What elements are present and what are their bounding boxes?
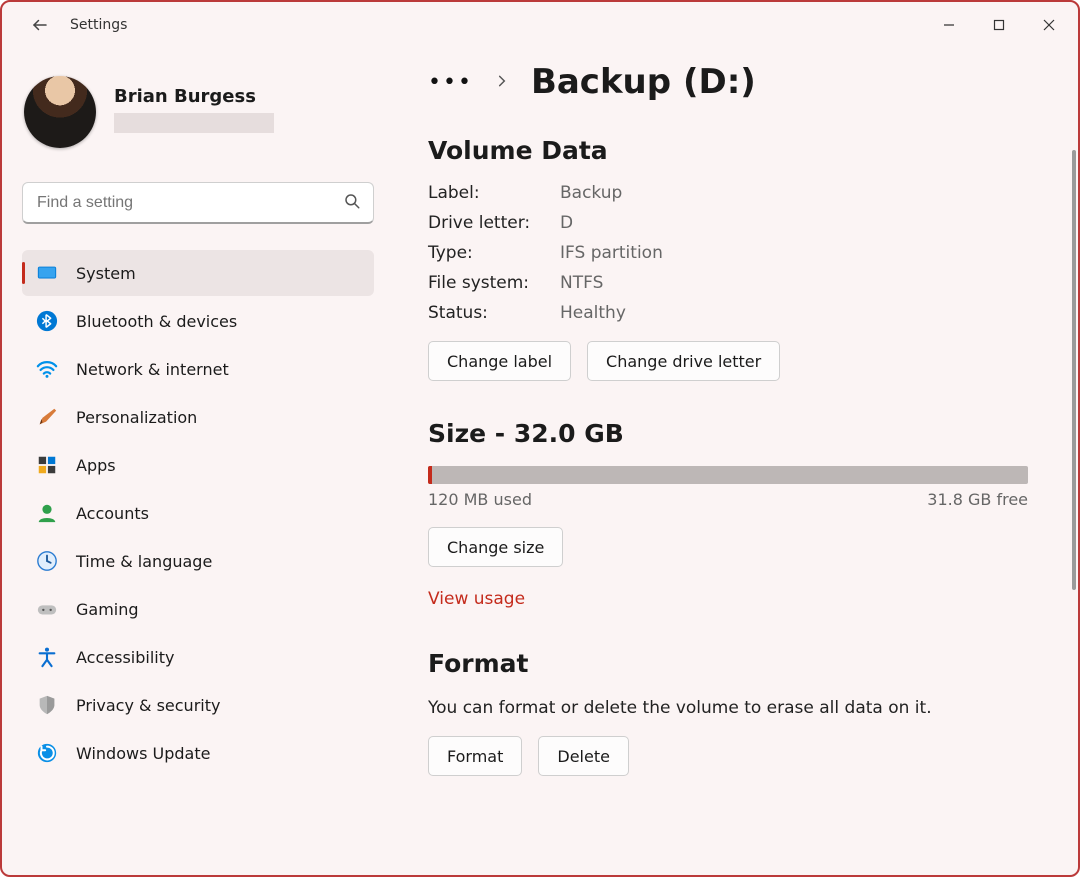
- nav-item-accounts[interactable]: Accounts: [22, 490, 374, 536]
- page-title: Backup (D:): [531, 62, 756, 102]
- search-input[interactable]: [35, 193, 343, 213]
- filesystem-value: NTFS: [560, 273, 1028, 293]
- usage-bar: [428, 466, 1028, 484]
- avatar: [24, 76, 96, 148]
- wifi-icon: [36, 358, 58, 380]
- update-icon: [36, 742, 58, 764]
- main-content: ••• Backup (D:) Volume Data Label: Backu…: [394, 48, 1078, 875]
- breadcrumb-overflow-button[interactable]: •••: [428, 70, 473, 95]
- drive-letter-key: Drive letter:: [428, 213, 560, 233]
- search-box[interactable]: [22, 182, 374, 224]
- delete-button[interactable]: Delete: [538, 736, 629, 776]
- label-key: Label:: [428, 183, 560, 203]
- nav-item-gaming[interactable]: Gaming: [22, 586, 374, 632]
- clock-icon: [36, 550, 58, 572]
- format-buttons: Format Delete: [428, 736, 1028, 776]
- minimize-button[interactable]: [926, 7, 972, 43]
- volume-properties: Label: Backup Drive letter: D Type: IFS …: [428, 183, 1028, 323]
- label-value: Backup: [560, 183, 1028, 203]
- nav-item-update[interactable]: Windows Update: [22, 730, 374, 776]
- accessibility-icon: [36, 646, 58, 668]
- size-buttons: Change size: [428, 527, 1028, 567]
- volume-buttons: Change label Change drive letter: [428, 341, 1028, 381]
- titlebar: Settings: [2, 2, 1078, 48]
- window-controls: [926, 7, 1072, 43]
- sidebar: Brian Burgess System Bluetooth & devices: [2, 48, 394, 875]
- usage-bar-fill: [428, 466, 432, 484]
- format-description: You can format or delete the volume to e…: [428, 698, 1028, 718]
- nav-label: Apps: [76, 456, 116, 475]
- size-heading: Size - 32.0 GB: [428, 419, 1028, 448]
- change-size-button[interactable]: Change size: [428, 527, 563, 567]
- nav-label: System: [76, 264, 136, 283]
- nav-item-accessibility[interactable]: Accessibility: [22, 634, 374, 680]
- shield-icon: [36, 694, 58, 716]
- nav-item-time[interactable]: Time & language: [22, 538, 374, 584]
- maximize-button[interactable]: [976, 7, 1022, 43]
- nav-label: Windows Update: [76, 744, 210, 763]
- format-heading: Format: [428, 649, 1028, 678]
- drive-letter-value: D: [560, 213, 1028, 233]
- brush-icon: [36, 406, 58, 428]
- bluetooth-icon: [36, 310, 58, 332]
- nav-item-personalization[interactable]: Personalization: [22, 394, 374, 440]
- change-drive-letter-button[interactable]: Change drive letter: [587, 341, 780, 381]
- nav-list: System Bluetooth & devices Network & int…: [22, 250, 374, 776]
- profile-block[interactable]: Brian Burgess: [24, 76, 374, 148]
- nav-item-network[interactable]: Network & internet: [22, 346, 374, 392]
- format-button[interactable]: Format: [428, 736, 522, 776]
- system-icon: [36, 262, 58, 284]
- used-label: 120 MB used: [428, 490, 532, 509]
- close-button[interactable]: [1026, 7, 1072, 43]
- volume-data-heading: Volume Data: [428, 136, 1028, 165]
- nav-label: Privacy & security: [76, 696, 220, 715]
- view-usage-link[interactable]: View usage: [428, 589, 525, 609]
- nav-label: Accounts: [76, 504, 149, 523]
- status-key: Status:: [428, 303, 560, 323]
- type-value: IFS partition: [560, 243, 1028, 263]
- search-icon: [343, 192, 361, 214]
- filesystem-key: File system:: [428, 273, 560, 293]
- settings-window: Settings Brian Burgess: [0, 0, 1080, 877]
- person-icon: [36, 502, 58, 524]
- nav-label: Personalization: [76, 408, 197, 427]
- scrollbar[interactable]: [1072, 150, 1076, 590]
- gamepad-icon: [36, 598, 58, 620]
- free-label: 31.8 GB free: [927, 490, 1028, 509]
- nav-item-bluetooth[interactable]: Bluetooth & devices: [22, 298, 374, 344]
- back-button[interactable]: [26, 11, 54, 39]
- apps-icon: [36, 454, 58, 476]
- app-title: Settings: [70, 17, 127, 33]
- profile-name: Brian Burgess: [114, 86, 274, 107]
- breadcrumb: ••• Backup (D:): [428, 62, 1028, 102]
- nav-item-apps[interactable]: Apps: [22, 442, 374, 488]
- nav-label: Bluetooth & devices: [76, 312, 237, 331]
- nav-item-system[interactable]: System: [22, 250, 374, 296]
- change-label-button[interactable]: Change label: [428, 341, 571, 381]
- nav-label: Time & language: [76, 552, 212, 571]
- profile-subtitle-redacted: [114, 113, 274, 133]
- nav-label: Gaming: [76, 600, 139, 619]
- status-value: Healthy: [560, 303, 1028, 323]
- nav-label: Network & internet: [76, 360, 229, 379]
- chevron-right-icon: [495, 72, 509, 93]
- nav-label: Accessibility: [76, 648, 174, 667]
- nav-item-privacy[interactable]: Privacy & security: [22, 682, 374, 728]
- type-key: Type:: [428, 243, 560, 263]
- usage-labels: 120 MB used 31.8 GB free: [428, 490, 1028, 509]
